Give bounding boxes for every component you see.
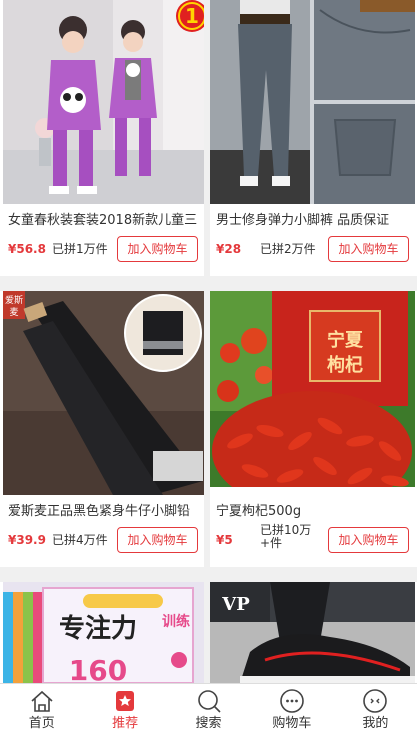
product-image-black-jeans[interactable]: 爱斯 麦 [3,291,204,495]
svg-text:爱斯: 爱斯 [5,294,23,306]
product-feed-page: 1 女童春秋装套装2018新款儿童三 ¥56.8 已拼1万件 加入购物车 男士修… [0,0,417,734]
svg-text:宁夏: 宁夏 [327,329,364,351]
tab-label: 推荐 [112,716,139,731]
sold-count: 已拼1万件 [52,242,108,256]
svg-text:枸杞: 枸杞 [327,354,363,376]
book-cover-title: 专注力 [59,613,137,644]
home-icon [31,690,53,712]
tab-recommend[interactable]: 推荐 [83,684,166,734]
product-image-girls-outfit[interactable]: 1 [3,0,204,204]
tab-label: 购物车 [272,716,312,731]
product-price: ¥5 [216,533,233,547]
tab-label: 搜索 [195,716,222,731]
add-to-cart-button[interactable]: 加入购物车 [328,527,409,553]
product-image-sneakers[interactable]: VP [210,582,415,683]
product-title[interactable]: 女童春秋装套装2018新款儿童三 [8,212,198,230]
recommend-icon [116,691,135,711]
product-card[interactable]: 1 女童春秋装套装2018新款儿童三 ¥56.8 已拼1万件 加入购物车 [0,0,204,276]
tab-label: 我的 [362,716,389,731]
add-to-cart-button[interactable]: 加入购物车 [117,236,198,262]
tab-profile[interactable]: 我的 [334,684,417,734]
brand-logo-text: VP [221,594,250,615]
product-card[interactable]: 爱斯 麦 爱斯麦正品黑色紧身牛仔小脚铅 ¥39.9 已拼4万件 加入购物车 [0,291,204,567]
product-price: ¥56.8 [8,242,46,256]
add-to-cart-button[interactable]: 加入购物车 [117,527,198,553]
cart-icon [280,689,304,713]
product-card[interactable]: 专注力 训练 160 [0,582,204,683]
product-image-book-set[interactable]: 专注力 训练 160 [3,582,204,683]
sold-count: 已拼10万 +件 [260,524,311,550]
product-title[interactable]: 宁夏枸杞500g [216,503,406,521]
search-icon [197,690,221,713]
add-to-cart-button[interactable]: 加入购物车 [328,236,409,262]
product-title[interactable]: 男士修身弹力小脚裤 品质保证 [216,212,406,230]
sold-count: 已拼4万件 [52,533,108,547]
svg-text:麦: 麦 [9,306,18,318]
product-card[interactable]: VP [210,582,417,683]
book-cover-number: 160 [69,654,127,683]
product-image-goji-berries[interactable]: 宁夏 枸杞 [210,291,415,495]
product-price: ¥39.9 [8,533,46,547]
sold-count: 已拼2万件 [260,242,316,256]
product-title[interactable]: 爱斯麦正品黑色紧身牛仔小脚铅 [8,503,198,521]
tab-cart[interactable]: 购物车 [250,684,333,734]
rank-badge: 1 [185,4,199,28]
tab-search[interactable]: 搜索 [167,684,250,734]
product-price: ¥28 [216,242,242,256]
product-card[interactable]: 宁夏 枸杞 宁夏枸杞500g ¥5 已拼10万 +件 加入购物车 [210,291,417,567]
product-card[interactable]: 男士修身弹力小脚裤 品质保证 ¥28 已拼2万件 加入购物车 [210,0,417,276]
sold-count-line: +件 [260,536,283,550]
bottom-tab-bar: 首页 推荐 搜索 购物车 我的 [0,683,417,734]
product-image-mens-jeans[interactable] [210,0,415,204]
book-cover-side: 训练 [162,613,190,630]
tab-label: 首页 [28,716,55,731]
tab-home[interactable]: 首页 [0,684,83,734]
profile-icon [363,689,388,713]
